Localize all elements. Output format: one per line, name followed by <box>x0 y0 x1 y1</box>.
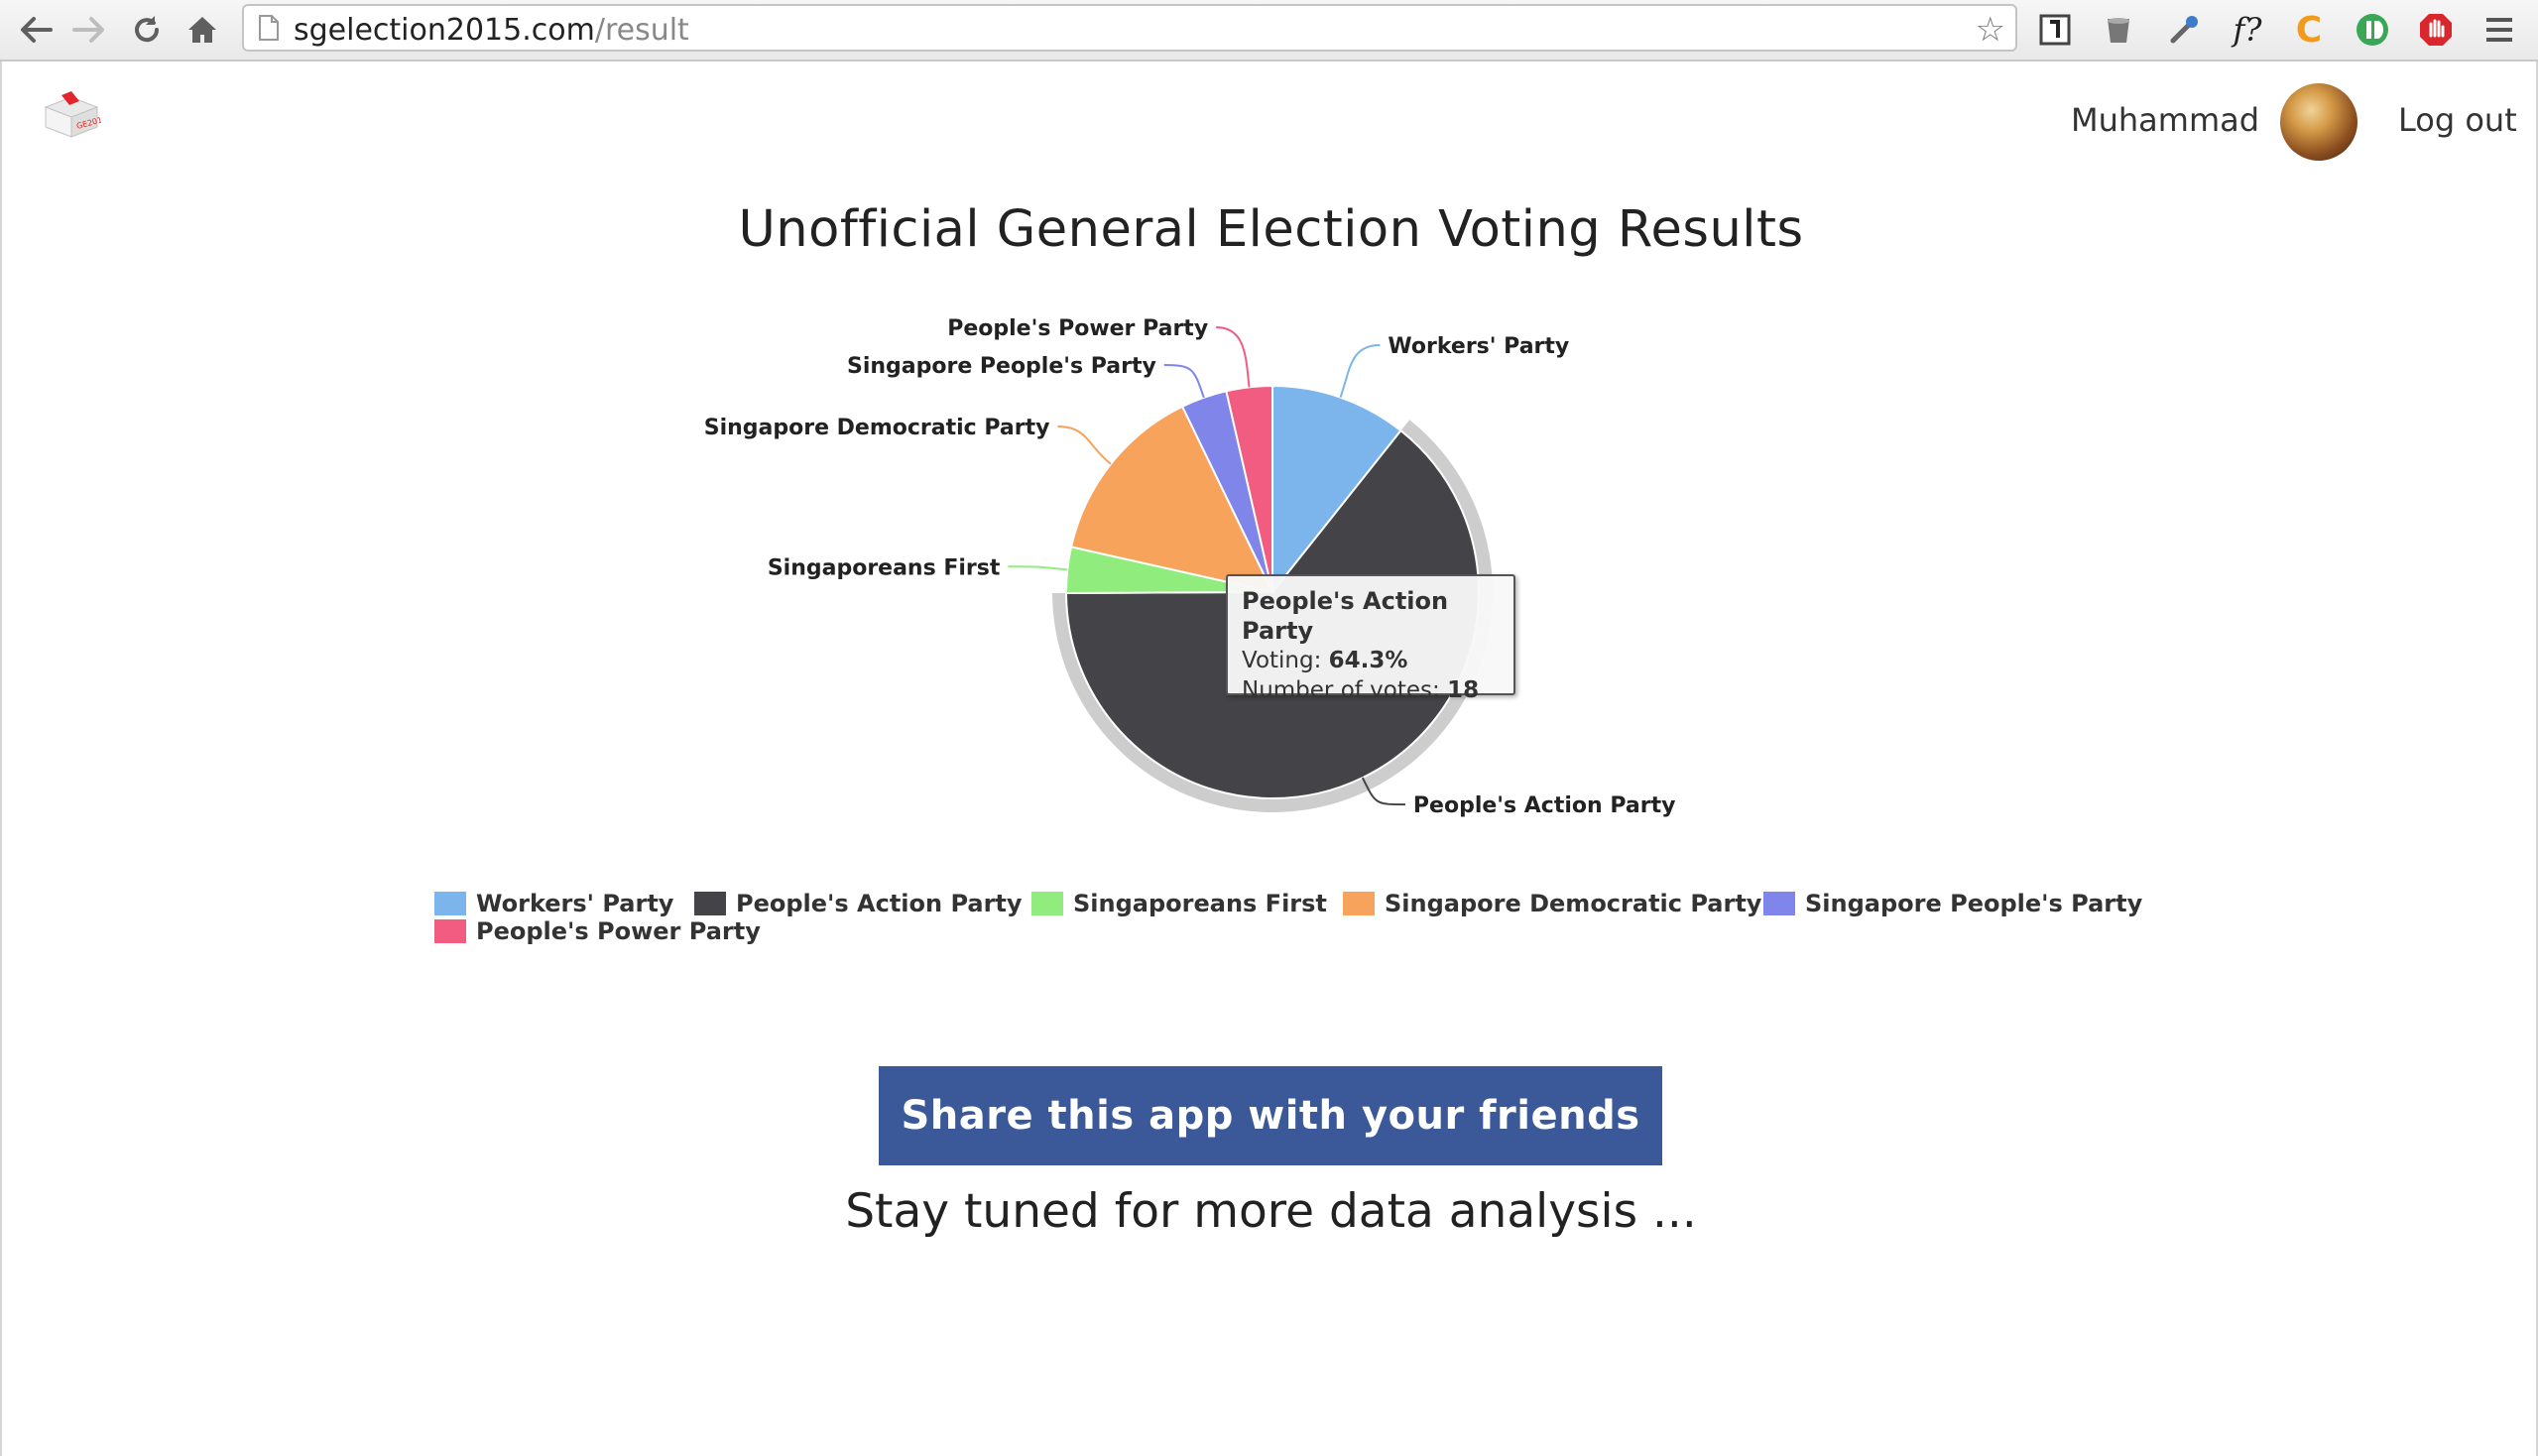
legend-label: Workers' Party <box>476 890 674 917</box>
browser-toolbar: sgelection2015.com/result ☆ f? C <box>0 0 2538 61</box>
legend-item-singapore-democratic-party[interactable]: Singapore Democratic Party <box>1343 890 1761 917</box>
legend-item-workers-party[interactable]: Workers' Party <box>434 890 673 917</box>
tooltip-voting-value: 64.3% <box>1328 648 1408 673</box>
back-arrow-icon[interactable] <box>14 8 58 52</box>
connector-line-singapore-democratic-party <box>1057 425 1112 465</box>
reader-icon[interactable] <box>2033 8 2077 52</box>
tooltip-voting: Voting: 64.3% <box>1242 646 1500 675</box>
fx-icon[interactable]: f? <box>2226 8 2269 52</box>
legend-label: Singapore Democratic Party <box>1385 890 1762 917</box>
data-label-workers-party: Workers' Party <box>1388 334 1569 359</box>
address-bar[interactable]: sgelection2015.com/result ☆ <box>242 4 2017 52</box>
eyedropper-icon[interactable] <box>2162 8 2206 52</box>
legend-swatch <box>1763 892 1795 915</box>
chart-tooltip: People's Action Party Voting: 64.3% Numb… <box>1226 574 1515 703</box>
tooltip-voting-label: Voting: <box>1242 648 1329 673</box>
stop-hand-icon[interactable] <box>2414 8 2458 52</box>
legend-label: People's Power Party <box>476 917 761 945</box>
connector-line-singaporeans-first <box>1008 565 1068 571</box>
connector-line-workers-party <box>1339 344 1381 398</box>
data-label-singaporeans-first: Singaporeans First <box>768 555 1001 580</box>
legend-swatch <box>1343 892 1375 915</box>
data-label-singapore-people-s-party: Singapore People's Party <box>847 354 1156 379</box>
tooltip-votes-label: Number of votes: <box>1242 677 1448 703</box>
data-label-people-s-power-party: People's Power Party <box>947 316 1208 341</box>
stay-tuned-text: Stay tuned for more data analysis ... <box>845 1184 1697 1239</box>
legend-label: Singaporeans First <box>1073 890 1327 917</box>
url-path: /result <box>594 13 689 48</box>
page-content: GE2015 Muhammad Log out Unofficial Gener… <box>0 61 2538 1456</box>
connector-line-people-s-power-party <box>1216 326 1251 388</box>
legend-swatch <box>434 919 466 943</box>
data-label-people-s-action-party: People's Action Party <box>1413 793 1676 818</box>
legend-swatch <box>1031 892 1063 915</box>
legend-item-people-s-power-party[interactable]: People's Power Party <box>434 917 761 945</box>
legend-item-people-s-action-party[interactable]: People's Action Party <box>694 890 1023 917</box>
legend-label: People's Action Party <box>736 890 1023 917</box>
forward-arrow-icon[interactable] <box>67 8 111 52</box>
url-text[interactable]: sgelection2015.com/result <box>294 13 689 48</box>
cup-icon[interactable] <box>2097 8 2140 52</box>
url-host: sgelection2015.com <box>294 13 595 48</box>
legend-swatch <box>434 892 466 915</box>
legend-label: Singapore People's Party <box>1805 890 2143 917</box>
connector-line-singapore-people-s-party <box>1163 364 1205 399</box>
tooltip-votes: Number of votes: 18 <box>1242 675 1500 705</box>
home-icon[interactable] <box>181 8 224 52</box>
legend-item-singaporeans-first[interactable]: Singaporeans First <box>1031 890 1327 917</box>
tooltip-title: People's Action Party <box>1242 587 1449 645</box>
green-toggle-icon[interactable] <box>2351 8 2394 52</box>
legend-item-singapore-people-s-party[interactable]: Singapore People's Party <box>1763 890 2142 917</box>
c-extension-icon[interactable]: C <box>2287 8 2331 52</box>
menu-icon[interactable] <box>2478 8 2521 52</box>
reload-icon[interactable] <box>125 8 169 52</box>
tooltip-votes-value: 18 <box>1447 677 1480 703</box>
data-label-singapore-democratic-party: Singapore Democratic Party <box>704 416 1050 440</box>
page-icon <box>259 15 279 41</box>
legend-swatch <box>694 892 726 915</box>
pie-chart: Workers' Party People's Action Party Singa… <box>704 316 1676 818</box>
bookmark-star-icon[interactable]: ☆ <box>1976 10 2005 50</box>
share-button[interactable]: Share this app with your friends <box>879 1066 1662 1165</box>
